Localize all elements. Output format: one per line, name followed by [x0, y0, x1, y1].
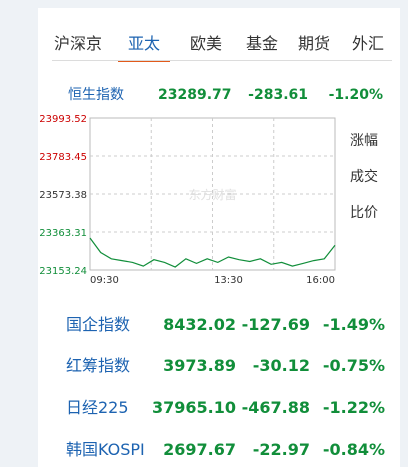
market-tabs: 沪深京 亚太 欧美 基金 期货 外汇: [52, 32, 394, 62]
index-percent: -0.84%: [322, 440, 385, 459]
index-value: 3973.89: [163, 356, 236, 375]
tab-hushenjing[interactable]: 沪深京: [52, 32, 104, 60]
index-change: -467.88: [241, 398, 310, 417]
index-name[interactable]: 国企指数: [66, 313, 130, 337]
index-name[interactable]: 日经225: [66, 396, 129, 420]
hsi-value: 23289.77: [158, 87, 232, 103]
index-name[interactable]: 韩国KOSPI: [66, 438, 145, 462]
hsi-change: -283.61: [248, 87, 308, 103]
index-name[interactable]: 红筹指数: [66, 354, 130, 378]
tab-futures[interactable]: 期货: [288, 32, 340, 60]
list-item[interactable]: 红筹指数 3973.89 -30.12 -0.75%: [38, 354, 400, 378]
x-tick-label: 16:00: [306, 275, 335, 286]
hsi-percent: -1.20%: [328, 87, 383, 103]
index-value: 2697.67: [163, 440, 236, 459]
tab-asia-pacific[interactable]: 亚太: [118, 32, 170, 62]
market-panel: 沪深京 亚太 欧美 基金 期货 外汇 恒生指数 23289.77 -283.61…: [38, 0, 400, 467]
y-tick-label: 23153.24: [39, 266, 87, 277]
y-tick-label: 23363.31: [39, 228, 87, 239]
watermark-text: 东方财富: [188, 187, 236, 202]
y-tick-label: 23783.45: [39, 152, 87, 163]
intraday-chart[interactable]: 23993.52 23783.45 23573.38 23363.31 23153.24…: [38, 110, 338, 295]
tab-forex[interactable]: 外汇: [342, 32, 394, 60]
index-percent: -1.22%: [322, 398, 385, 417]
tab-divider: [52, 60, 392, 61]
list-item[interactable]: 日经225 37965.10 -467.88 -1.22%: [38, 396, 400, 420]
list-item[interactable]: 国企指数 8432.02 -127.69 -1.49%: [38, 313, 400, 337]
y-tick-label: 23573.38: [39, 190, 87, 201]
x-tick-label: 13:30: [214, 275, 243, 286]
index-value: 8432.02: [163, 315, 236, 334]
index-percent: -1.49%: [322, 315, 385, 334]
index-change: -30.12: [252, 356, 310, 375]
index-percent: -0.75%: [322, 356, 385, 375]
change-button[interactable]: 涨幅: [340, 127, 388, 155]
y-tick-label: 23993.52: [39, 114, 87, 125]
tab-europe-america[interactable]: 欧美: [180, 32, 232, 60]
volume-button[interactable]: 成交: [340, 163, 388, 191]
hsi-name-link[interactable]: 恒生指数: [68, 85, 124, 105]
index-change: -22.97: [252, 440, 310, 459]
top-strip: [38, 0, 400, 8]
list-item[interactable]: 韩国KOSPI 2697.67 -22.97 -0.84%: [38, 438, 400, 462]
index-value: 37965.10: [151, 398, 236, 417]
index-change: -127.69: [241, 315, 310, 334]
compare-button[interactable]: 比价: [340, 199, 388, 227]
x-tick-label: 09:30: [90, 275, 119, 286]
tab-funds[interactable]: 基金: [236, 32, 288, 60]
